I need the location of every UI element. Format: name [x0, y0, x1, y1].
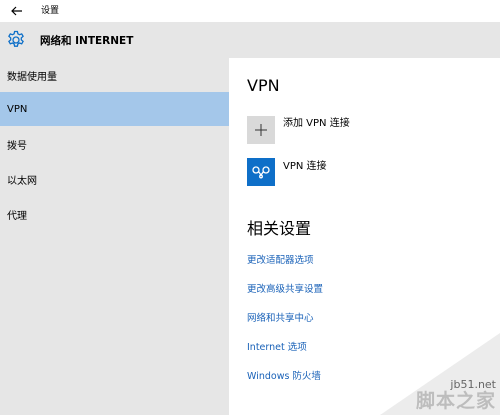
gear-icon [8, 30, 24, 47]
title-bar: 设置 [0, 0, 500, 22]
sidebar-item-label: 代理 [7, 210, 27, 222]
window-title: 设置 [41, 6, 60, 16]
vpn-tile [247, 158, 275, 186]
sidebar: 数据使用量 VPN 拨号 以太网 代理 [0, 58, 229, 415]
internet-options-link[interactable]: Internet 选项 [247, 341, 307, 354]
sidebar-item-label: 数据使用量 [7, 71, 57, 83]
sidebar-item-vpn[interactable]: VPN [0, 92, 229, 126]
sidebar-item-proxy[interactable]: 代理 [0, 197, 229, 231]
vpn-connection-label: VPN 连接 [283, 161, 327, 172]
sidebar-item-label: VPN [7, 103, 28, 115]
change-adapter-options-link[interactable]: 更改适配器选项 [247, 254, 314, 267]
sidebar-item-label: 拨号 [7, 140, 27, 152]
page-header: 网络和 INTERNET [0, 22, 500, 58]
sidebar-item-data-usage[interactable]: 数据使用量 [0, 58, 229, 92]
sidebar-item-ethernet[interactable]: 以太网 [0, 162, 229, 196]
vpn-connection-item[interactable]: VPN 连接 [247, 158, 487, 186]
add-vpn-connection-label: 添加 VPN 连接 [283, 118, 350, 129]
windows-firewall-link[interactable]: Windows 防火墙 [247, 370, 321, 383]
sidebar-item-dial-up[interactable]: 拨号 [0, 127, 229, 161]
back-arrow-icon [11, 6, 22, 16]
vpn-section-title: VPN [247, 76, 280, 95]
vpn-connection-icon [252, 166, 270, 179]
add-tile [247, 116, 275, 144]
change-advanced-sharing-link[interactable]: 更改高级共享设置 [247, 283, 323, 296]
sidebar-item-label: 以太网 [7, 175, 37, 187]
main-content: VPN 添加 VPN 连接 VPN 连接 相关设置 更改适配器选项 更改高级共享… [229, 58, 500, 415]
back-button[interactable] [0, 0, 34, 22]
add-vpn-connection-button[interactable]: 添加 VPN 连接 [247, 116, 487, 144]
related-settings-title: 相关设置 [247, 219, 312, 238]
network-sharing-center-link[interactable]: 网络和共享中心 [247, 312, 314, 325]
page-title: 网络和 INTERNET [40, 35, 134, 47]
plus-icon [255, 124, 267, 136]
